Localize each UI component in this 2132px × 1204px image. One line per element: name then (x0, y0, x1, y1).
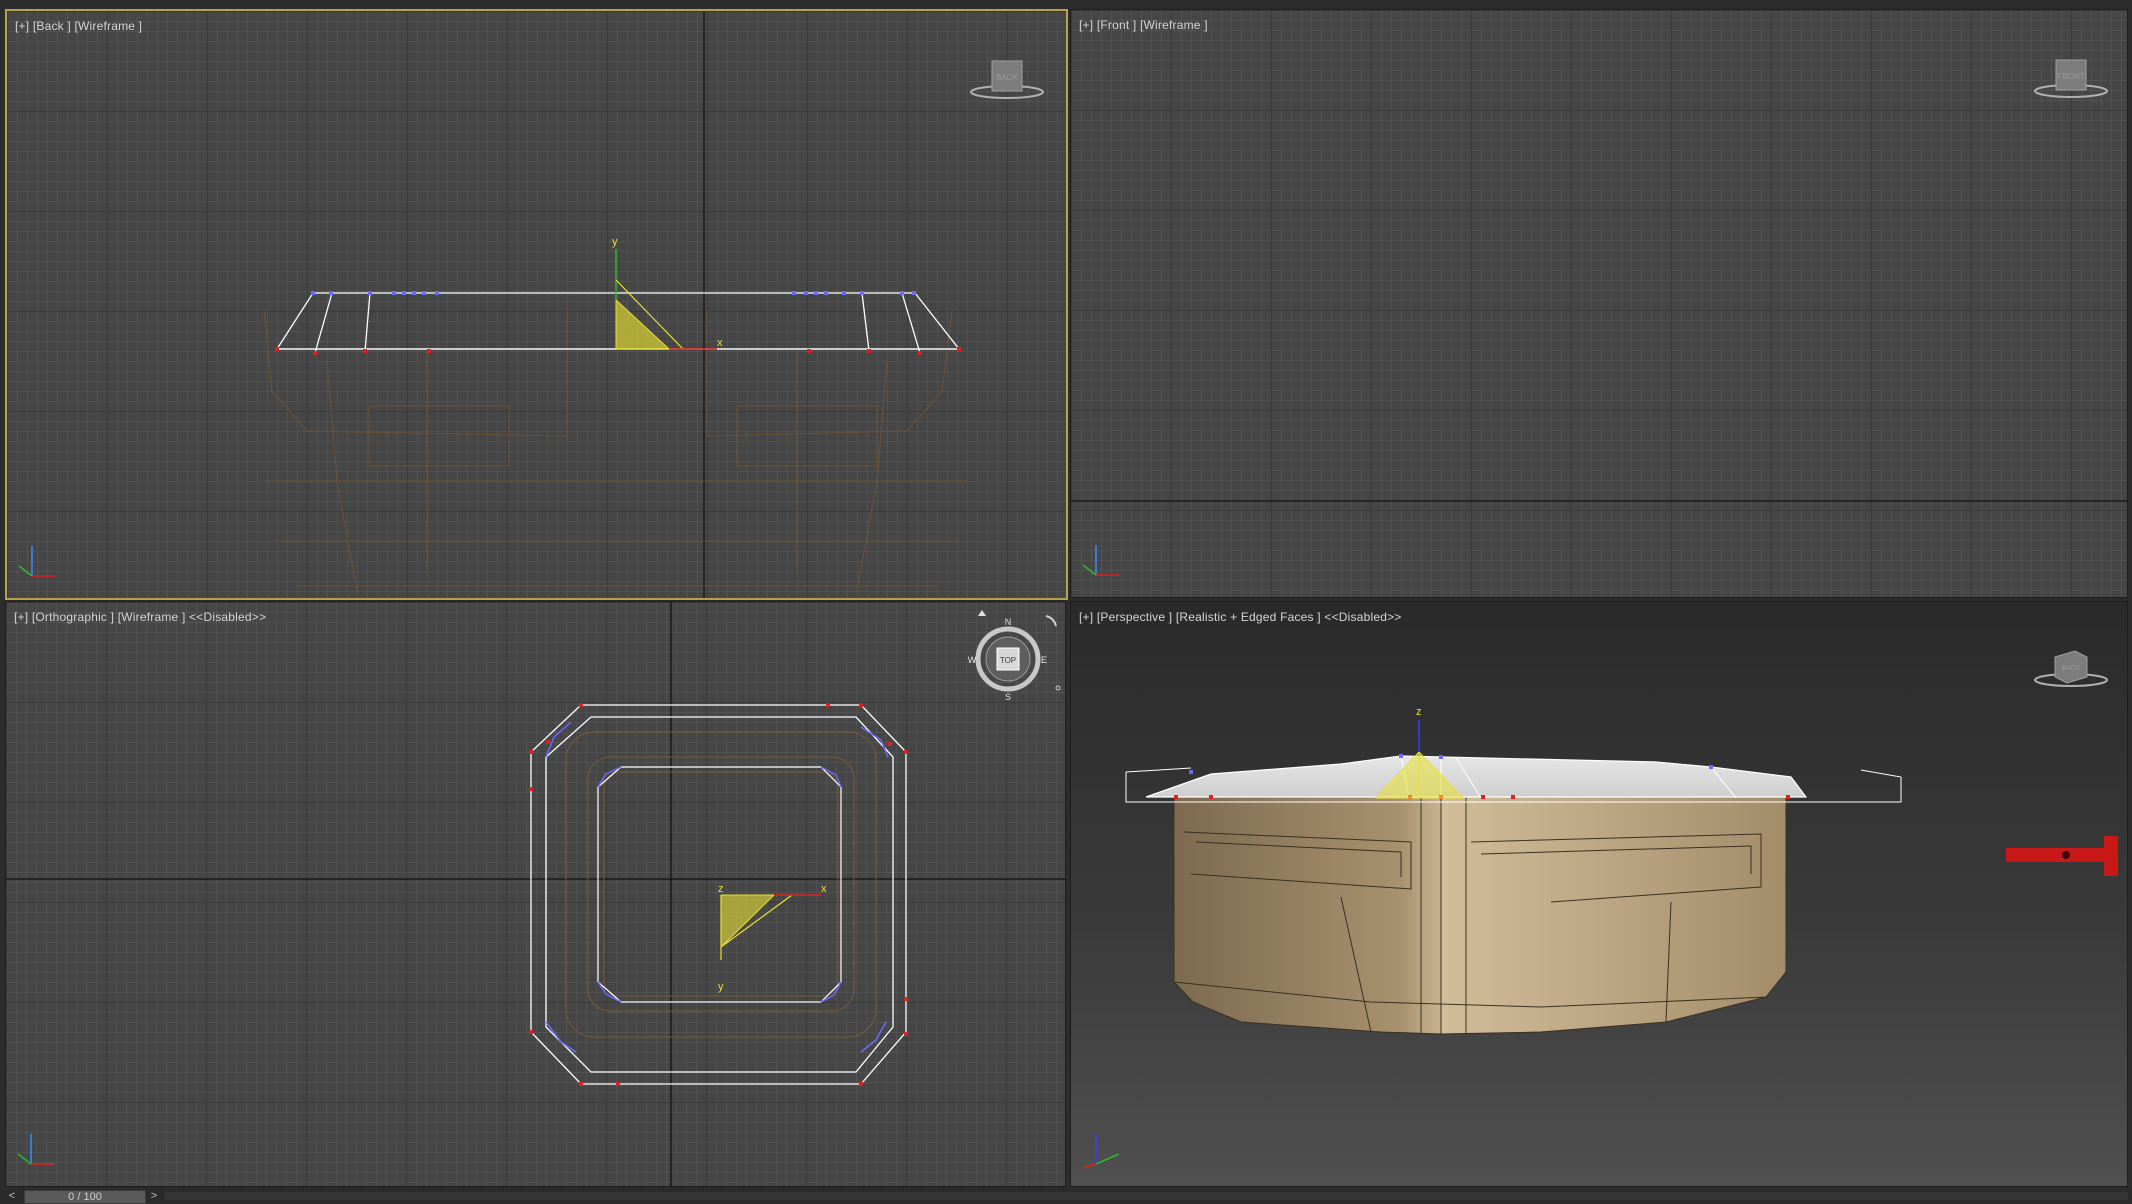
viewport-view-name[interactable]: [Perspective ] (1097, 610, 1173, 624)
viewport-orthographic[interactable]: z x y [+] [Orthographic ] [Wireframe ] <… (5, 601, 1066, 1187)
viewport-back[interactable]: y x [+] [Back ] [Wireframe ] BACK (5, 9, 1068, 600)
time-slider[interactable]: 0 / 100 (24, 1190, 146, 1204)
svg-text:y: y (612, 236, 618, 248)
axis-tripod (18, 546, 55, 577)
axis-tripod (1082, 545, 1119, 576)
prev-frame-button[interactable]: < (4, 1189, 20, 1203)
viewcube[interactable]: BACK (967, 49, 1047, 109)
viewport-disabled-tag: <<Disabled>> (189, 610, 267, 624)
time-slider-bar: < 0 / 100 > (0, 1189, 2132, 1204)
viewport-menu-plus[interactable]: [+] (1079, 610, 1093, 624)
svg-text:N: N (1005, 617, 1012, 627)
viewport-ortho-label[interactable]: [+] [Orthographic ] [Wireframe ] <<Disab… (14, 610, 266, 624)
svg-text:FRONT: FRONT (2057, 72, 2085, 81)
axis-tripod (17, 1134, 54, 1165)
viewport-disabled-tag: <<Disabled>> (1324, 610, 1402, 624)
viewport-shading-mode[interactable]: [Wireframe ] (118, 610, 186, 624)
axis-tripod (1082, 1134, 1120, 1169)
viewport-shading-mode[interactable]: [Wireframe ] (74, 19, 142, 33)
svg-text:W: W (968, 655, 977, 665)
viewport-back-label[interactable]: [+] [Back ] [Wireframe ] (15, 19, 142, 33)
ortho-scene: z x y (6, 602, 1065, 1186)
viewport-view-name[interactable]: [Orthographic ] (32, 610, 114, 624)
viewport-persp-label[interactable]: [+] [Perspective ] [Realistic + Edged Fa… (1079, 610, 1401, 624)
svg-text:z: z (718, 883, 724, 895)
rotate-icon (1045, 615, 1057, 627)
time-track[interactable] (165, 1192, 2128, 1200)
viewport-shading-mode[interactable]: [Wireframe ] (1140, 18, 1208, 32)
svg-text:z: z (1416, 706, 1422, 718)
viewport-menu-plus[interactable]: [+] (14, 610, 28, 624)
viewport-view-name[interactable]: [Back ] (33, 19, 71, 33)
back-scene: y x (18, 11, 967, 598)
viewport-menu-plus[interactable]: [+] (1079, 18, 1093, 32)
settings-dot-icon (1055, 685, 1061, 691)
svg-text:x: x (717, 337, 723, 349)
viewport-perspective[interactable]: z [+] [Perspective ] [Realistic + Edged … (1070, 601, 2128, 1187)
home-icon (978, 610, 986, 616)
viewport-front-label[interactable]: [+] [Front ] [Wireframe ] (1079, 18, 1208, 32)
svg-text:y: y (718, 981, 724, 993)
viewcube[interactable]: BACK (2031, 637, 2111, 697)
svg-text:x: x (821, 883, 827, 895)
viewport-front[interactable]: [+] [Front ] [Wireframe ] FRONT (1070, 9, 2128, 598)
viewport-shading-mode[interactable]: [Realistic + Edged Faces ] (1176, 610, 1321, 624)
next-frame-button[interactable]: > (146, 1189, 162, 1203)
viewport-menu-plus[interactable]: [+] (15, 19, 29, 33)
red-object (2006, 836, 2118, 876)
svg-text:TOP: TOP (1000, 656, 1016, 665)
viewcube[interactable]: FRONT (2031, 48, 2111, 108)
svg-text:BACK: BACK (996, 73, 1018, 82)
svg-text:S: S (1005, 692, 1011, 702)
hidden-geometry (263, 310, 967, 592)
transform-gizmo: z x y (718, 883, 827, 993)
persp-scene: z (1082, 706, 2118, 1169)
svg-text:BACK: BACK (2061, 665, 2080, 672)
transform-gizmo: z (1374, 706, 1465, 799)
viewport-view-name[interactable]: [Front ] (1097, 18, 1137, 32)
svg-text:E: E (1041, 655, 1047, 665)
front-scene (1071, 500, 2127, 576)
navigation-compass[interactable]: TOP N S W E (966, 602, 1066, 702)
